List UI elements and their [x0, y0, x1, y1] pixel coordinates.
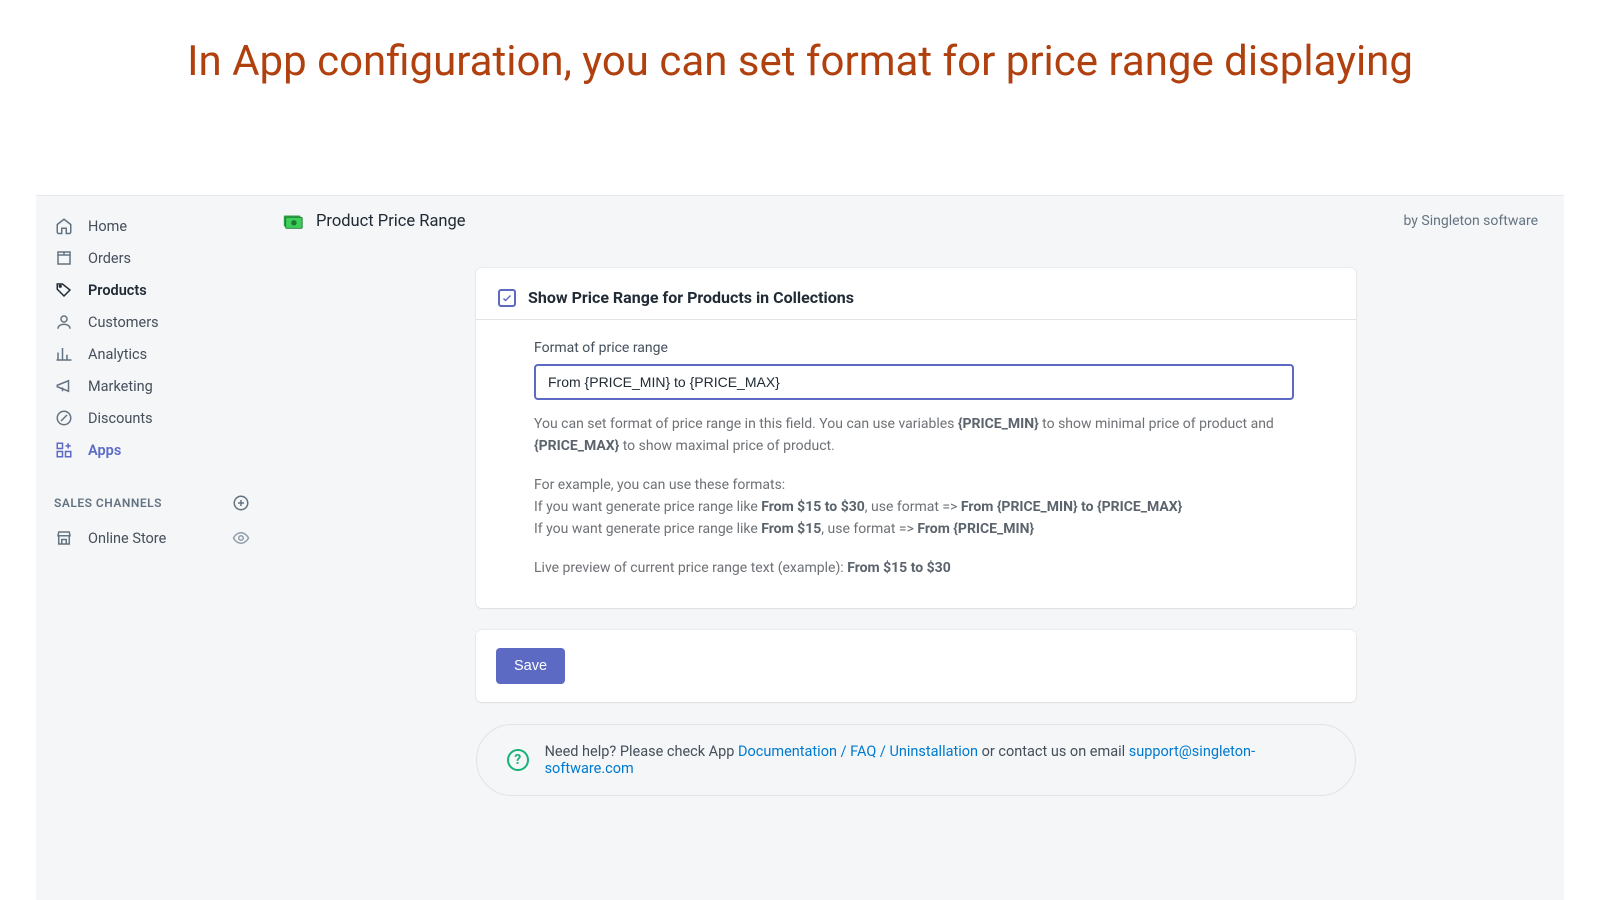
main-area: Product Price Range by Singleton softwar… — [268, 196, 1564, 900]
documentation-link[interactable]: Documentation / FAQ / Uninstallation — [738, 743, 978, 760]
page-headline: In App configuration, you can set format… — [0, 0, 1600, 109]
money-icon — [282, 210, 304, 232]
customers-icon — [54, 312, 74, 332]
channel-label: Online Store — [88, 530, 166, 547]
help-text-prefix: Need help? Please check App — [545, 743, 738, 760]
section-label: SALES CHANNELS — [54, 496, 162, 510]
show-price-range-checkbox[interactable] — [498, 289, 516, 307]
marketing-icon — [54, 376, 74, 396]
sidebar-item-customers[interactable]: Customers — [46, 306, 258, 338]
view-store-icon[interactable] — [232, 529, 250, 547]
sidebar-item-apps[interactable]: Apps — [46, 434, 258, 466]
sidebar-item-label: Apps — [88, 442, 121, 459]
format-input[interactable] — [534, 364, 1294, 400]
analytics-icon — [54, 344, 74, 364]
config-card-title: Show Price Range for Products in Collect… — [528, 288, 854, 307]
app-by: by Singleton software — [1404, 213, 1538, 229]
format-field-label: Format of price range — [534, 340, 1336, 356]
sidebar-item-discounts[interactable]: Discounts — [46, 402, 258, 434]
help-text-middle: or contact us on email — [978, 743, 1129, 760]
sidebar-item-label: Products — [88, 282, 147, 299]
sidebar-item-marketing[interactable]: Marketing — [46, 370, 258, 402]
app-frame: Home Orders Products Customers — [36, 195, 1564, 900]
help-bar: ? Need help? Please check App Documentat… — [476, 724, 1356, 796]
sidebar-item-online-store[interactable]: Online Store — [46, 520, 258, 556]
help-icon: ? — [507, 749, 529, 771]
orders-icon — [54, 248, 74, 268]
apps-icon — [54, 440, 74, 460]
sidebar-item-label: Home — [88, 218, 127, 235]
sidebar-item-label: Customers — [88, 314, 159, 331]
format-help-text: You can set format of price range in thi… — [534, 414, 1294, 580]
sidebar-item-label: Analytics — [88, 346, 147, 363]
sidebar-item-home[interactable]: Home — [46, 210, 258, 242]
save-button[interactable]: Save — [496, 648, 565, 684]
save-card: Save — [476, 630, 1356, 702]
sidebar-item-analytics[interactable]: Analytics — [46, 338, 258, 370]
online-store-icon — [54, 528, 74, 548]
sales-channels-header: SALES CHANNELS — [46, 494, 258, 512]
config-card: Show Price Range for Products in Collect… — [476, 268, 1356, 608]
app-bar: Product Price Range by Singleton softwar… — [268, 196, 1564, 244]
sidebar: Home Orders Products Customers — [36, 196, 268, 900]
products-icon — [54, 280, 74, 300]
sidebar-item-label: Discounts — [88, 410, 153, 427]
app-title: Product Price Range — [316, 212, 466, 231]
sidebar-item-label: Orders — [88, 250, 131, 267]
sidebar-item-products[interactable]: Products — [46, 274, 258, 306]
add-channel-button[interactable] — [232, 494, 250, 512]
sidebar-item-label: Marketing — [88, 378, 153, 395]
home-icon — [54, 216, 74, 236]
discounts-icon — [54, 408, 74, 428]
sidebar-item-orders[interactable]: Orders — [46, 242, 258, 274]
